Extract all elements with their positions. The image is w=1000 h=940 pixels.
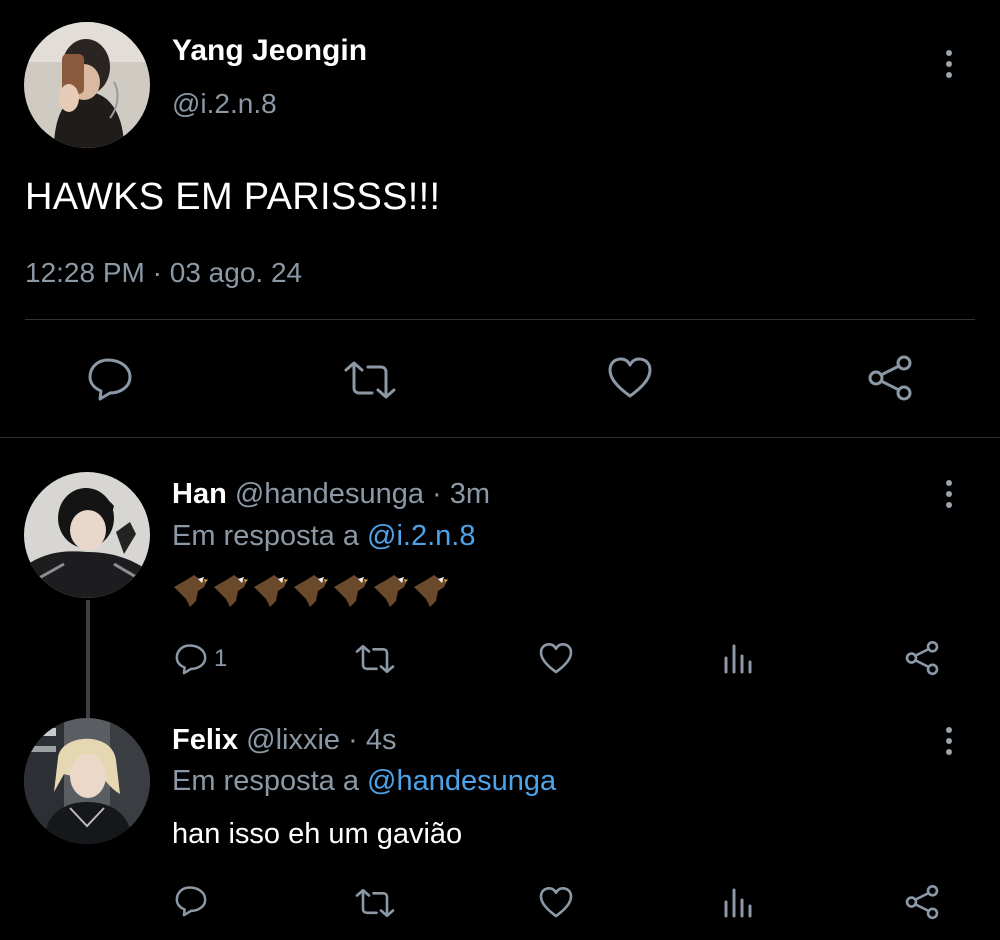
more-options-icon[interactable] — [944, 480, 954, 508]
reply-author-name[interactable]: Han — [172, 478, 227, 510]
in-reply-mention[interactable]: @i.2.n.8 — [367, 520, 475, 552]
like-icon[interactable] — [606, 356, 654, 400]
more-options-icon[interactable] — [944, 50, 954, 78]
reply-icon — [175, 644, 207, 675]
reply-time[interactable]: 4s — [366, 724, 397, 756]
reply-context: Em resposta a @handesunga — [172, 765, 556, 798]
retweet-icon[interactable] — [354, 888, 396, 918]
in-reply-label: Em resposta a — [172, 765, 359, 797]
reply-icon[interactable] — [86, 356, 134, 402]
eagle-emoji-icon — [294, 575, 328, 607]
reply-context: Em resposta a @i.2.n.8 — [172, 520, 476, 553]
timestamp-separator: · — [152, 257, 162, 288]
like-icon[interactable] — [538, 886, 574, 919]
reply-header: Felix @lixxie · 4s — [172, 724, 397, 757]
divider — [25, 319, 975, 320]
like-icon[interactable] — [538, 642, 574, 675]
eagle-emoji-icon — [334, 575, 368, 607]
reply-author-avatar[interactable] — [24, 472, 150, 598]
more-options-icon[interactable] — [944, 727, 954, 755]
eagle-emoji-icon — [254, 575, 288, 607]
analytics-icon[interactable] — [722, 642, 754, 674]
reply-content-emoji — [172, 573, 450, 609]
reply-time[interactable]: 3m — [450, 478, 490, 510]
eagle-emoji-icon — [374, 575, 408, 607]
in-reply-mention[interactable]: @handesunga — [367, 765, 556, 797]
share-icon[interactable] — [904, 640, 940, 676]
reply-author-avatar[interactable] — [24, 718, 150, 844]
main-author-avatar[interactable] — [24, 22, 150, 148]
reply-header: Han @handesunga · 3m — [172, 478, 490, 511]
header-separator: · — [432, 478, 442, 510]
reply-author-name[interactable]: Felix — [172, 724, 238, 756]
in-reply-label: Em resposta a — [172, 520, 359, 552]
tweet-time: 12:28 PM — [25, 257, 145, 288]
share-icon[interactable] — [904, 884, 940, 920]
tweet-timestamp[interactable]: 12:28 PM · 03 ago. 24 — [25, 257, 302, 289]
analytics-icon[interactable] — [722, 886, 754, 918]
eagle-emoji-icon — [174, 575, 208, 607]
tweet-text: HAWKS EM PARISSS!!! — [25, 176, 441, 218]
reply-text: han isso eh um gavião — [172, 818, 463, 850]
header-separator: · — [348, 724, 358, 756]
reply-author-handle[interactable]: @handesunga — [235, 478, 424, 510]
reply-button[interactable]: 1 — [174, 642, 227, 676]
thread-connector — [86, 600, 90, 718]
reply-count: 1 — [214, 645, 228, 672]
reply-icon[interactable] — [174, 884, 208, 918]
tweet-date: 03 ago. 24 — [169, 257, 303, 288]
eagle-emoji-icon — [214, 575, 248, 607]
author-handle[interactable]: @i.2.n.8 — [172, 88, 277, 120]
author-name[interactable]: Yang Jeongin — [172, 34, 367, 68]
retweet-icon[interactable] — [342, 360, 398, 400]
share-icon[interactable] — [866, 354, 914, 402]
reply-author-handle[interactable]: @lixxie — [246, 724, 340, 756]
divider — [0, 437, 1000, 438]
retweet-icon[interactable] — [354, 644, 396, 674]
eagle-emoji-icon — [414, 575, 448, 607]
